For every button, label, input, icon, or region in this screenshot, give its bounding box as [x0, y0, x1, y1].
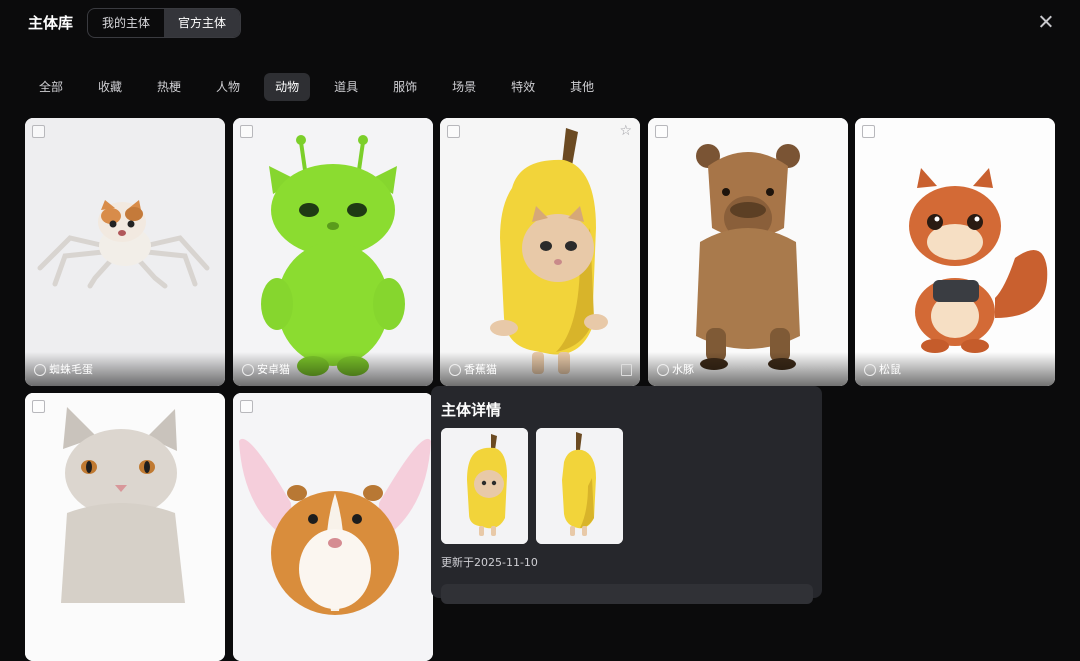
select-checkbox[interactable]: [862, 125, 875, 138]
fairy-guinea-pig-image: [233, 393, 433, 661]
subject-card[interactable]: 水豚: [648, 118, 848, 386]
close-icon[interactable]: [1036, 12, 1056, 32]
category-memes[interactable]: 热梗: [146, 73, 192, 101]
header: 主体库 我的主体 官方主体: [0, 0, 1080, 44]
updated-date: 更新于2025-11-10: [441, 556, 538, 569]
card-label: 蜘蛛毛蛋: [25, 352, 225, 386]
card-name: 香蕉猫: [464, 363, 497, 376]
subject-icon: [449, 364, 461, 376]
category-animals[interactable]: 动物: [264, 73, 311, 101]
card-name: 安卓猫: [257, 363, 290, 376]
detail-thumbnail-front[interactable]: [441, 428, 528, 544]
subject-card[interactable]: ☆ 香蕉猫: [440, 118, 640, 386]
select-checkbox[interactable]: [32, 400, 45, 413]
subject-card[interactable]: 安卓猫: [233, 118, 433, 386]
card-label: 香蕉猫: [440, 352, 640, 386]
source-toggle: 我的主体 官方主体: [87, 8, 242, 38]
capybara-image: [648, 118, 848, 386]
tab-my-subjects[interactable]: 我的主体: [88, 9, 164, 37]
category-props[interactable]: 道具: [323, 73, 369, 101]
subject-card[interactable]: 松鼠: [855, 118, 1055, 386]
card-name: 松鼠: [879, 363, 901, 376]
grey-kitten-image: [25, 393, 225, 661]
green-cat-image: [233, 118, 433, 386]
category-costumes[interactable]: 服饰: [382, 73, 428, 101]
detail-icon[interactable]: [621, 364, 632, 376]
detail-thumbnail-back[interactable]: [536, 428, 623, 544]
category-scenes[interactable]: 场景: [441, 73, 487, 101]
page-title: 主体库: [28, 14, 74, 32]
tab-official-subjects[interactable]: 官方主体: [164, 9, 241, 37]
select-checkbox[interactable]: [240, 400, 253, 413]
card-name: 蜘蛛毛蛋: [49, 363, 93, 376]
subject-icon: [864, 364, 876, 376]
detail-title: 主体详情: [441, 401, 502, 419]
card-label: 安卓猫: [233, 352, 433, 386]
detail-action-bar[interactable]: [441, 584, 813, 604]
category-favorites[interactable]: 收藏: [87, 73, 133, 101]
favorite-star-icon[interactable]: ☆: [619, 123, 632, 139]
subject-detail-panel: 主体详情 更新于2025-11-10: [431, 386, 822, 604]
subject-card[interactable]: 蜘蛛毛蛋: [25, 118, 225, 386]
select-checkbox[interactable]: [447, 125, 460, 138]
subject-card[interactable]: [233, 393, 433, 661]
banana-cat-front-image: [441, 428, 528, 544]
card-label: 松鼠: [855, 352, 1055, 386]
squirrel-image: [855, 118, 1055, 386]
banana-cat-image: [440, 118, 640, 386]
spider-cat-image: [25, 118, 225, 386]
category-effects[interactable]: 特效: [500, 73, 546, 101]
subject-icon: [34, 364, 46, 376]
category-other[interactable]: 其他: [559, 73, 605, 101]
category-people[interactable]: 人物: [205, 73, 251, 101]
subject-card[interactable]: [25, 393, 225, 661]
subject-icon: [242, 364, 254, 376]
banana-cat-back-image: [536, 428, 623, 544]
card-name: 水豚: [672, 363, 694, 376]
category-bar: 全部 收藏 热梗 人物 动物 道具 服饰 场景 特效 其他: [28, 73, 618, 101]
card-label: 水豚: [648, 352, 848, 386]
subject-icon: [657, 364, 669, 376]
select-checkbox[interactable]: [240, 125, 253, 138]
select-checkbox[interactable]: [32, 125, 45, 138]
select-checkbox[interactable]: [655, 125, 668, 138]
category-all[interactable]: 全部: [28, 73, 74, 101]
